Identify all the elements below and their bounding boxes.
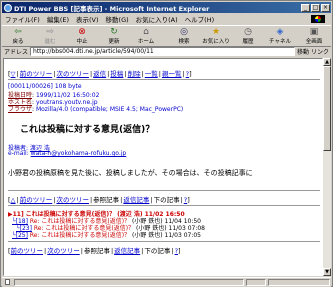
- menu-bar: ファイル(F) 編集(E) 表示(V) 移動(G) お気に入り(A) ヘルプ(H…: [2, 14, 331, 24]
- history-icon: ◷: [244, 27, 252, 37]
- article-email: e-mail: wata-h@yokohama-rofuku.go.jp: [8, 150, 127, 157]
- menu-edit[interactable]: 編集(E): [47, 14, 69, 24]
- nav-help-link[interactable]: ?: [184, 196, 187, 204]
- nav-reply-articles-link[interactable]: 返信記事: [114, 247, 140, 255]
- status-section: [246, 279, 266, 286]
- close-button[interactable]: ×: [321, 3, 330, 12]
- address-input[interactable]: http://bbs004.dti.ne.jp/article/594/00/1…: [30, 47, 295, 56]
- nav-ref-article: 参照記事: [83, 247, 110, 255]
- scroll-down-icon[interactable]: ▼: [323, 268, 331, 276]
- channels-button[interactable]: ◈ チャネル: [266, 27, 294, 45]
- status-text: [14, 279, 244, 286]
- menu-go[interactable]: 移動(G): [106, 14, 129, 24]
- nav-prev-tree-link[interactable]: 前のツリー: [20, 70, 53, 78]
- nav-list-link[interactable]: 一覧: [145, 70, 158, 78]
- divider: [8, 190, 320, 191]
- title-bar: DTI Power BBS [記事表示] - Microsoft Interne…: [2, 2, 331, 13]
- search-icon: ◎: [180, 27, 188, 37]
- nav-next-tree-link[interactable]: 次のツリー: [56, 196, 89, 204]
- channels-icon: ◈: [276, 27, 284, 37]
- home-button[interactable]: ⌂ ホーム: [132, 27, 160, 45]
- nav-ref-article: 参照記事: [93, 196, 120, 204]
- menu-view[interactable]: 表示(V): [76, 14, 99, 24]
- nav-top: [▽|前のツリー|次のツリー|返信|投稿|削除|一覧|親一覧|?]: [8, 70, 192, 78]
- windows-logo-icon: [311, 15, 325, 23]
- menu-favorites[interactable]: お気に入り(A): [136, 14, 178, 24]
- refresh-button[interactable]: ↻ 更新: [100, 27, 128, 45]
- page-content: [▽|前のツリー|次のツリー|返信|投稿|削除|一覧|親一覧|?] [00011…: [3, 58, 323, 276]
- page-icon: [5, 279, 10, 285]
- nav-delete-link[interactable]: 削除: [128, 70, 141, 78]
- home-icon: ⌂: [143, 27, 149, 37]
- browser-window: DTI Power BBS [記事表示] - Microsoft Interne…: [0, 0, 333, 287]
- zone-section: [268, 279, 330, 286]
- fullscreen-icon: ▣: [309, 27, 319, 37]
- nav-bottom: [△|前のツリー|次のツリー|参照記事|返信記事|下の記事|?]: [8, 196, 190, 204]
- nav-next-tree-link[interactable]: 次のツリー: [47, 247, 80, 255]
- nav-footer: [前のツリー|次のツリー|参照記事|返信記事|下の記事|?]: [8, 247, 181, 255]
- email-link[interactable]: wata-h@yokohama-rofuku.go.jp: [31, 150, 127, 157]
- links-button[interactable]: リンク: [311, 47, 329, 56]
- vertical-scrollbar[interactable]: ▲ ▼: [323, 58, 331, 276]
- fullscreen-button[interactable]: ▣ 全画面: [300, 27, 328, 45]
- menu-help[interactable]: ヘルプ(H): [185, 14, 214, 24]
- stop-button[interactable]: ⊗ 中止: [68, 27, 96, 45]
- nav-post-link[interactable]: 投稿: [110, 70, 123, 78]
- article-body: 小野君の投稿原稿を見た後に、投稿しましたが、その場合は、その投稿記事に: [8, 169, 253, 177]
- nav-prev-tree-link[interactable]: 前のツリー: [11, 247, 44, 255]
- divider: [8, 79, 320, 80]
- address-label: アドレス: [4, 49, 29, 56]
- nav-down-link[interactable]: ▽: [11, 70, 16, 78]
- window-title: DTI Power BBS [記事表示] - Microsoft Interne…: [14, 4, 210, 13]
- menu-file[interactable]: ファイル(F): [5, 14, 40, 24]
- address-bar: アドレス http://bbs004.dti.ne.jp/article/594…: [2, 46, 331, 57]
- scroll-thumb[interactable]: [323, 66, 331, 151]
- nav-next-article: 下の記事: [144, 247, 171, 255]
- forward-button[interactable]: ⇨ 進む: [36, 27, 64, 45]
- status-bar: [2, 277, 331, 287]
- scroll-up-icon[interactable]: ▲: [323, 58, 331, 66]
- article-browser: ブラウザ: Mozilla/4.0 (compatible; MSIE 4.5;…: [8, 106, 184, 113]
- refresh-icon: ↻: [110, 27, 118, 37]
- search-button[interactable]: ◎ 検索: [170, 27, 198, 45]
- divider: [8, 241, 320, 242]
- divider: [8, 205, 320, 206]
- article-subject: これは投稿に対する意見(返信)？: [20, 125, 155, 135]
- nav-parent-list-link[interactable]: 親一覧: [162, 70, 182, 78]
- nav-reply-articles-link[interactable]: 返信記事: [123, 196, 149, 204]
- nav-prev-tree-link[interactable]: 前のツリー: [20, 196, 53, 204]
- nav-help-link[interactable]: ?: [175, 247, 178, 255]
- favorites-icon: ★: [211, 27, 221, 37]
- tree-item[interactable]: └[25] Re: これは投稿に対する意見(返信)？ (小野 鉄也) 11/03…: [12, 230, 201, 239]
- nav-up-link[interactable]: △: [11, 196, 16, 204]
- nav-reply-link[interactable]: 返信: [93, 70, 106, 78]
- stop-icon: ⊗: [78, 27, 86, 37]
- minimize-button[interactable]: _: [301, 3, 310, 12]
- forward-arrow-icon: ⇨: [46, 27, 54, 37]
- maximize-button[interactable]: □: [311, 3, 320, 12]
- favorites-button[interactable]: ★ お気に入り: [202, 27, 230, 45]
- back-button[interactable]: ⇦ 戻る: [4, 27, 32, 45]
- toolbar: ⇦ 戻る ⇨ 進む ⊗ 中止 ↻ 更新 ⌂ ホーム ◎ 検索 ★ お気に入り ◷…: [2, 25, 331, 47]
- ie-logo-icon: [4, 3, 12, 12]
- nav-next-article: 下の記事: [153, 196, 180, 204]
- go-button[interactable]: 移動: [297, 47, 309, 56]
- nav-help-link[interactable]: ?: [186, 70, 189, 78]
- history-button[interactable]: ◷ 履歴: [234, 27, 262, 45]
- back-arrow-icon: ⇦: [14, 27, 22, 37]
- article-id-line: [00011/00026] 108 byte: [8, 83, 82, 90]
- nav-next-tree-link[interactable]: 次のツリー: [56, 70, 89, 78]
